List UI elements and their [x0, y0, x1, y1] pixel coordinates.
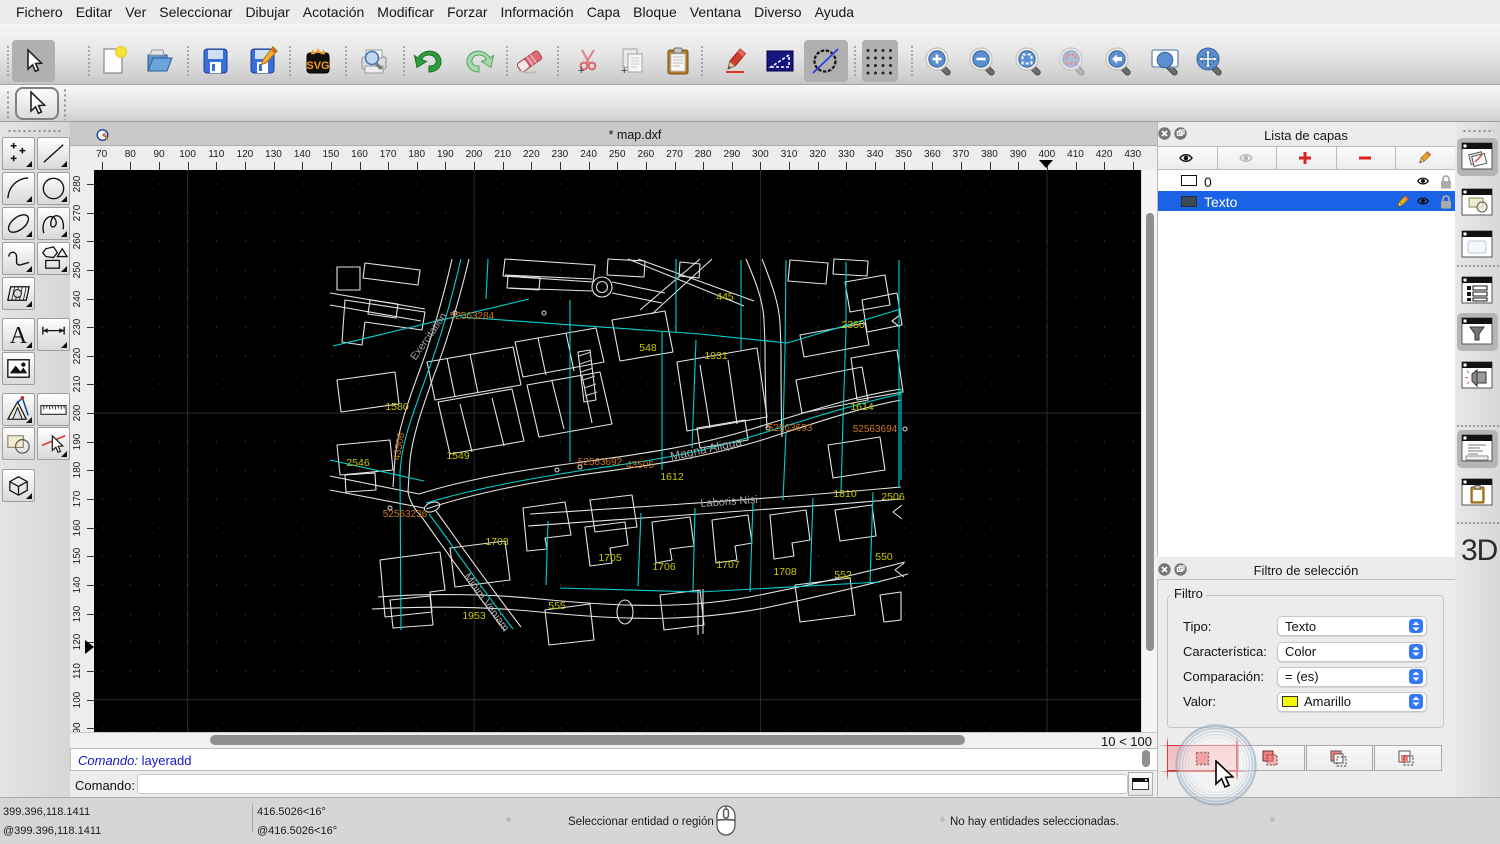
svg-text:52563284: 52563284: [450, 311, 495, 322]
svg-text:1931: 1931: [704, 350, 728, 362]
svg-text:1703: 1703: [485, 536, 509, 548]
svg-text:1580: 1580: [385, 401, 409, 413]
svg-text:1707: 1707: [716, 559, 740, 571]
svg-text:SVG: SVG: [306, 60, 329, 72]
svg-text:1705: 1705: [598, 552, 622, 564]
svg-text:+: +: [578, 65, 584, 77]
svg-text:1953: 1953: [462, 610, 486, 622]
svg-text:2360: 2360: [841, 319, 865, 331]
svg-text:555: 555: [548, 600, 566, 612]
svg-text:+: +: [621, 65, 627, 77]
svg-text:2506: 2506: [881, 491, 905, 503]
svg-text:548: 548: [639, 342, 657, 354]
svg-text:550: 550: [875, 551, 893, 563]
svg-text:52563692: 52563692: [578, 457, 623, 468]
svg-text:52563693: 52563693: [768, 423, 813, 434]
svg-text:1614: 1614: [850, 401, 874, 413]
svg-text:1706: 1706: [652, 561, 676, 573]
svg-text:1549: 1549: [446, 450, 470, 462]
svg-text:52563236: 52563236: [383, 509, 428, 520]
svg-text:52563694: 52563694: [853, 424, 898, 435]
svg-text:1810: 1810: [833, 488, 857, 500]
svg-text:43505: 43505: [626, 460, 654, 471]
svg-text:1708: 1708: [773, 566, 797, 578]
svg-text:2546: 2546: [346, 457, 370, 469]
svg-text:445: 445: [716, 291, 734, 303]
svg-text:552: 552: [834, 569, 852, 581]
svg-text:1612: 1612: [660, 471, 684, 483]
